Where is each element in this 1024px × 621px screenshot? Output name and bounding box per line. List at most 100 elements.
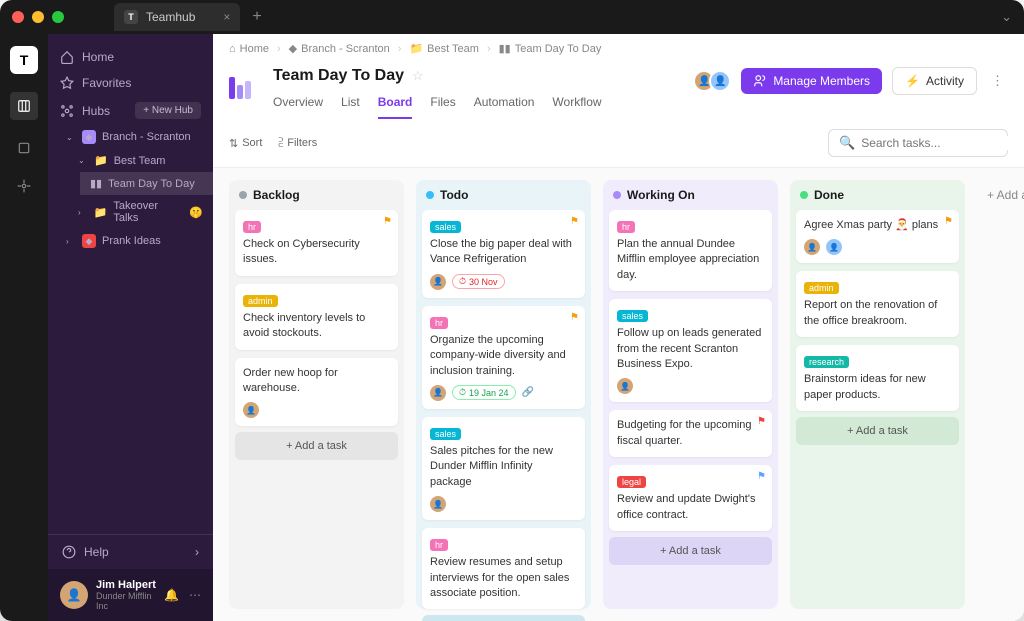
sidebar-favorites[interactable]: Favorites <box>48 70 213 96</box>
folder-icon: 📁 <box>94 154 108 167</box>
avatar: 👤 <box>804 239 820 255</box>
column-done: Done ⚑Agree Xmas party 🎅 plans👤👤 adminRe… <box>790 180 965 609</box>
add-task-button[interactable]: + Add a task <box>609 537 772 565</box>
tab-files[interactable]: Files <box>430 95 455 119</box>
tree-team-day[interactable]: ▮▮ Team Day To Day <box>80 172 213 195</box>
user-profile[interactable]: 👤 Jim Halpert Dunder Mifflin Inc 🔔 ⋯ <box>48 569 213 621</box>
rail-settings-icon[interactable] <box>14 176 34 196</box>
chevron-down-icon: ⌄ <box>78 156 88 165</box>
window-minimize[interactable] <box>32 11 44 23</box>
tab-overview[interactable]: Overview <box>273 95 323 119</box>
column-header[interactable]: Todo <box>416 180 591 210</box>
tab-board[interactable]: Board <box>378 95 413 119</box>
flag-icon: ⚑ <box>757 471 766 482</box>
chevron-down-icon[interactable]: ⌄ <box>1001 9 1012 25</box>
flag-icon: ⚑ <box>570 312 579 323</box>
tag-sales: sales <box>617 310 648 322</box>
tree-best-team[interactable]: ⌄ 📁 Best Team <box>68 149 213 172</box>
tab-list[interactable]: List <box>341 95 360 119</box>
browser-tab[interactable]: T Teamhub × <box>114 3 240 31</box>
status-dot <box>426 191 434 199</box>
bc-home[interactable]: ⌂ Home <box>229 43 269 55</box>
sidebar: Home Favorites Hubs + New Hub ⌄ ◆ <box>48 34 213 621</box>
task-card[interactable]: researchBrainstorm ideas for new paper p… <box>796 345 959 411</box>
status-dot <box>613 191 621 199</box>
manage-members-button[interactable]: Manage Members <box>741 68 882 94</box>
avatar: 👤 <box>430 496 446 512</box>
sidebar-hubs[interactable]: Hubs + New Hub <box>48 96 213 125</box>
tab-workflow[interactable]: Workflow <box>552 95 601 119</box>
avatar: 👤 <box>243 402 259 418</box>
tree-takeover[interactable]: › 📁 Takeover Talks 🤫 <box>68 195 213 229</box>
more-icon[interactable]: ⋮ <box>987 69 1008 93</box>
more-icon[interactable]: ⋯ <box>189 588 201 602</box>
window-close[interactable] <box>12 11 24 23</box>
task-card[interactable]: ⚑Budgeting for the upcoming fiscal quart… <box>609 410 772 457</box>
task-card[interactable]: hrReview resumes and setup interviews fo… <box>422 528 585 609</box>
new-hub-button[interactable]: + New Hub <box>135 102 201 119</box>
star-icon[interactable]: ☆ <box>412 68 424 84</box>
column-backlog: Backlog ⚑hrCheck on Cybersecurity issues… <box>229 180 404 609</box>
tag-legal: legal <box>617 476 646 488</box>
task-card[interactable]: adminCheck inventory levels to avoid sto… <box>235 284 398 350</box>
users-icon <box>753 74 767 88</box>
task-card[interactable]: Order new hoop for warehouse.👤 <box>235 358 398 427</box>
bell-icon[interactable]: 🔔 <box>164 588 179 602</box>
close-icon[interactable]: × <box>223 10 230 24</box>
task-card[interactable]: ⚑salesClose the big paper deal with Vanc… <box>422 210 585 298</box>
filter-icon: ⫔ <box>278 137 283 150</box>
chevron-down-icon: ⌄ <box>66 133 76 142</box>
column-header[interactable]: Working On <box>603 180 778 210</box>
task-card[interactable]: hrPlan the annual Dundee Mifflin employe… <box>609 210 772 291</box>
board-icon <box>229 67 261 99</box>
tag-sales: sales <box>430 221 461 233</box>
task-card[interactable]: ⚑Agree Xmas party 🎅 plans👤👤 <box>796 210 959 263</box>
rail-docs-icon[interactable] <box>14 138 34 158</box>
sort-button[interactable]: ⇅ Sort <box>229 137 262 150</box>
app-logo[interactable]: T <box>10 46 38 74</box>
bc-page[interactable]: ▮▮ Team Day To Day <box>499 42 602 55</box>
hubs-icon <box>60 104 74 118</box>
add-task-button[interactable]: + Add a task <box>422 615 585 621</box>
window-maximize[interactable] <box>52 11 64 23</box>
app-rail: T <box>0 34 48 621</box>
activity-button[interactable]: ⚡ Activity <box>892 67 977 95</box>
star-icon <box>60 76 74 90</box>
tab-automation[interactable]: Automation <box>474 95 535 119</box>
task-card[interactable]: ⚑legalReview and update Dwight's office … <box>609 465 772 531</box>
add-tab-icon[interactable]: + <box>252 8 261 26</box>
member-avatars[interactable]: 👤 👤 <box>699 70 731 92</box>
flag-icon: ⚑ <box>570 216 579 227</box>
tag-hr: hr <box>243 221 261 233</box>
filters-button[interactable]: ⫔ Filters <box>278 137 317 150</box>
task-card[interactable]: ⚑hrOrganize the upcoming company-wide di… <box>422 306 585 409</box>
add-column-button[interactable]: + Add a new co <box>977 180 1024 609</box>
add-task-button[interactable]: + Add a task <box>796 417 959 445</box>
flag-icon: ⚑ <box>757 416 766 427</box>
search-icon: 🔍 <box>839 135 855 151</box>
tree-prank[interactable]: › ◆ Prank Ideas <box>56 229 213 253</box>
sidebar-home[interactable]: Home <box>48 44 213 70</box>
task-card[interactable]: salesSales pitches for the new Dunder Mi… <box>422 417 585 520</box>
tree-branch[interactable]: ⌄ ◆ Branch - Scranton <box>56 125 213 149</box>
search-input[interactable] <box>861 136 1016 150</box>
rail-boards-icon[interactable] <box>10 92 38 120</box>
add-task-button[interactable]: + Add a task <box>235 432 398 460</box>
sidebar-help[interactable]: Help › <box>48 535 213 569</box>
tab-title: Teamhub <box>146 10 195 24</box>
bc-team[interactable]: 📁 Best Team <box>409 42 478 55</box>
flag-icon: ⚑ <box>944 216 953 227</box>
task-card[interactable]: salesFollow up on leads generated from t… <box>609 299 772 402</box>
search-box[interactable]: 🔍 <box>828 129 1008 157</box>
bc-branch[interactable]: ◆ Branch - Scranton <box>289 42 390 55</box>
tag-admin: admin <box>243 295 278 307</box>
avatar: 👤 <box>709 70 731 92</box>
board-icon: ▮▮ <box>90 177 102 190</box>
page-title: Team Day To Day <box>273 67 404 85</box>
hub-icon: ◆ <box>82 130 96 144</box>
task-card[interactable]: adminReport on the renovation of the off… <box>796 271 959 337</box>
column-header[interactable]: Backlog <box>229 180 404 210</box>
task-card[interactable]: ⚑hrCheck on Cybersecurity issues. <box>235 210 398 276</box>
column-header[interactable]: Done <box>790 180 965 210</box>
avatar: 👤 <box>60 581 88 609</box>
